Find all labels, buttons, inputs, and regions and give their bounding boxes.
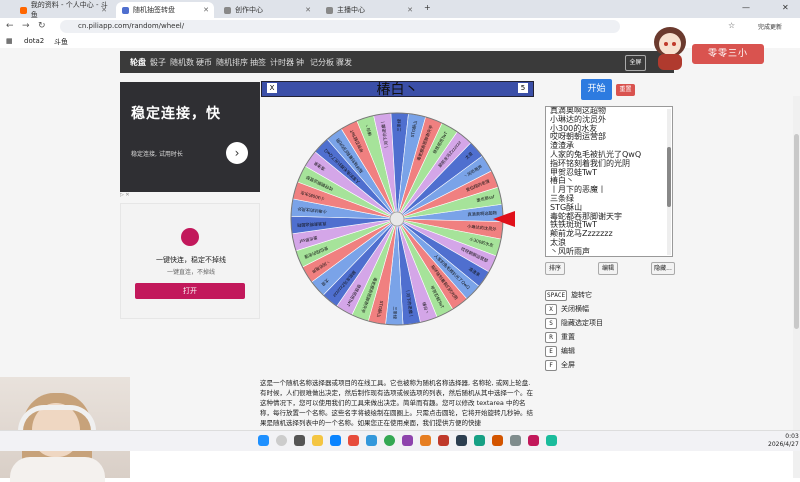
nav-item-more[interactable]: 骤发 bbox=[336, 57, 352, 68]
app-icon[interactable] bbox=[456, 435, 467, 446]
edge-icon[interactable] bbox=[330, 435, 341, 446]
site-top-nav: 轮盘 骰子 随机数 硬币 随机排序 抽签 计时器 钟 记分板 骤发 全屏 bbox=[120, 51, 674, 73]
ad-subtitle: 稳定连接, 试用时长 bbox=[131, 149, 183, 158]
textarea-scrollbar[interactable] bbox=[667, 109, 671, 255]
shortcut-x: X关闭横幅 bbox=[545, 303, 589, 315]
file-explorer-icon[interactable] bbox=[312, 435, 323, 446]
close-tab-icon[interactable]: ✕ bbox=[203, 6, 209, 14]
app-icon[interactable] bbox=[474, 435, 485, 446]
bookmark-star-icon[interactable]: ☆ bbox=[728, 21, 735, 30]
update-button[interactable]: 完成更新 bbox=[758, 22, 782, 31]
minimize-icon[interactable]: — bbox=[742, 3, 750, 12]
nav-item-coin[interactable]: 硬币 bbox=[196, 57, 212, 68]
names-textarea[interactable]: 真滴奥啊这超物小琳达的沈员外小300的水友哎呀朝朝运营部渣渣承人家的兔毛被扒光了… bbox=[545, 106, 673, 257]
piliapp-favicon-icon bbox=[122, 7, 129, 14]
mascot-avatar bbox=[648, 22, 692, 72]
bookmark-dota2[interactable]: dota2 bbox=[24, 37, 44, 45]
wheel-result-banner: X 椿白丶 5 bbox=[261, 81, 534, 97]
ad-logo-icon bbox=[181, 228, 199, 246]
ad-chevron-right-icon[interactable]: › bbox=[226, 142, 248, 164]
tool-description: 这是一个随机名称选择器或项目的在线工具。它也被称为随机名称选择器, 名称轮, 或… bbox=[260, 378, 535, 428]
app-icon[interactable] bbox=[348, 435, 359, 446]
apps-grid-icon[interactable]: ▦ bbox=[6, 37, 13, 45]
creator-favicon-icon bbox=[224, 7, 231, 14]
ad-banner-bottom[interactable]: 一键快连，稳定不掉线 一键直连，不掉线 打开 bbox=[120, 203, 260, 319]
shortcut-s: S隐藏选定项目 bbox=[545, 317, 603, 329]
nav-item-wheel[interactable]: 轮盘 bbox=[130, 57, 146, 68]
sort-button[interactable]: 排序 bbox=[545, 262, 565, 275]
app-icon[interactable] bbox=[546, 435, 557, 446]
wheel-result-title: 椿白丶 bbox=[262, 79, 533, 99]
browser-tab-wheel[interactable]: 随机抽签转盘✕ bbox=[116, 2, 214, 18]
search-icon[interactable] bbox=[276, 435, 287, 446]
shortcut-r: R重置 bbox=[545, 331, 575, 343]
system-clock[interactable]: 0:032026/4/27 bbox=[768, 433, 799, 449]
edit-button[interactable]: 编辑 bbox=[598, 262, 618, 275]
shortcut-f: F全屏 bbox=[545, 359, 575, 371]
browser-tab-douyu-profile[interactable]: 我的资料 - 个人中心 - 斗鱼✕ bbox=[14, 2, 112, 18]
page-scrollbar[interactable] bbox=[793, 96, 800, 478]
reset-button[interactable]: 重置 bbox=[616, 84, 635, 96]
task-view-icon[interactable] bbox=[294, 435, 305, 446]
close-tab-icon[interactable]: ✕ bbox=[101, 6, 107, 14]
nav-item-random-number[interactable]: 随机数 bbox=[170, 57, 194, 68]
reload-icon[interactable]: ↻ bbox=[38, 21, 46, 31]
start-icon[interactable] bbox=[258, 435, 269, 446]
shortcut-space: SPACE旋转它 bbox=[545, 289, 592, 301]
back-icon[interactable]: ← bbox=[6, 21, 14, 31]
hide-button[interactable]: 隐藏... bbox=[651, 262, 675, 275]
app-icon[interactable] bbox=[438, 435, 449, 446]
browser-tab-bar: 我的资料 - 个人中心 - 斗鱼✕ 随机抽签转盘✕ 创作中心✕ 主播中心✕ + … bbox=[0, 0, 800, 18]
shortcut-e: E编辑 bbox=[545, 345, 575, 357]
close-tab-icon[interactable]: ✕ bbox=[305, 6, 311, 14]
wheel-slice-label: 三条绿 bbox=[392, 306, 398, 320]
wheel-hub[interactable] bbox=[390, 212, 404, 226]
nav-item-timer[interactable]: 计时器 bbox=[270, 57, 294, 68]
bookmark-douyu[interactable]: 斗鱼 bbox=[54, 37, 68, 47]
nav-item-clock[interactable]: 钟 bbox=[296, 57, 304, 68]
streamer-name-badge: 零零三小 bbox=[692, 44, 764, 64]
ad-title: 稳定连接，快 bbox=[131, 103, 221, 123]
count-badge[interactable]: 5 bbox=[518, 83, 528, 93]
chrome-icon[interactable] bbox=[384, 435, 395, 446]
ad2-subline: 一键直连，不掉线 bbox=[121, 267, 261, 276]
ad-banner-top[interactable]: 稳定连接，快 稳定连接, 试用时长 › bbox=[120, 82, 260, 192]
app-icon[interactable] bbox=[366, 435, 377, 446]
app-icon[interactable] bbox=[420, 435, 431, 446]
headphones-icon bbox=[18, 405, 96, 431]
app-icon[interactable] bbox=[528, 435, 539, 446]
fullscreen-button[interactable]: 全屏 bbox=[625, 55, 646, 71]
close-tab-icon[interactable]: ✕ bbox=[407, 6, 413, 14]
app-icon[interactable] bbox=[510, 435, 521, 446]
nav-item-dice[interactable]: 骰子 bbox=[150, 57, 166, 68]
ad-open-button[interactable]: 打开 bbox=[135, 283, 245, 299]
nav-item-scoreboard[interactable]: 记分板 bbox=[310, 57, 334, 68]
spin-wheel[interactable]: 真滴奥啊这超物小琳达的沈员外小300的水友哎呀朝朝运营部渣渣承人家的兔毛被扒光了… bbox=[286, 110, 518, 328]
ad2-headline: 一键快连，稳定不掉线 bbox=[121, 255, 261, 265]
windows-taskbar: 0:032026/4/27 bbox=[0, 430, 800, 451]
douyu-favicon-icon bbox=[20, 7, 27, 14]
browser-tab-anchor[interactable]: 主播中心✕ bbox=[320, 2, 418, 18]
browser-tab-creator[interactable]: 创作中心✕ bbox=[218, 2, 316, 18]
spin-button[interactable]: 开始 bbox=[581, 79, 612, 100]
webcam-overlay bbox=[0, 377, 130, 478]
app-icon[interactable] bbox=[492, 435, 503, 446]
forward-icon[interactable]: → bbox=[22, 21, 30, 31]
app-icon[interactable] bbox=[402, 435, 413, 446]
wheel-slice-label: 三条绿 bbox=[395, 118, 401, 132]
nav-item-draw[interactable]: 抽签 bbox=[250, 57, 266, 68]
nav-item-shuffle[interactable]: 随机排序 bbox=[216, 57, 248, 68]
page-content: 轮盘 骰子 随机数 硬币 随机排序 抽签 计时器 钟 记分板 骤发 全屏 稳定连… bbox=[0, 48, 800, 430]
anchor-favicon-icon bbox=[326, 7, 333, 14]
close-window-icon[interactable]: ✕ bbox=[782, 3, 789, 12]
ad-choices-icon[interactable]: ▷ ✕ bbox=[120, 192, 260, 200]
url-input[interactable]: cn.piliapp.com/random/wheel/ bbox=[60, 20, 620, 33]
new-tab-icon[interactable]: + bbox=[424, 3, 431, 12]
